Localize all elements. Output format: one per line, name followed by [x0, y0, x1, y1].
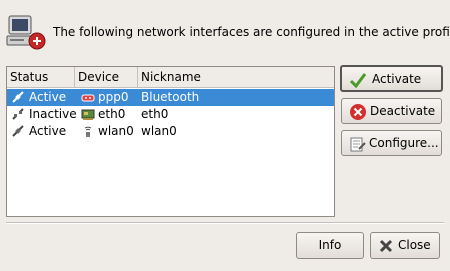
- row-nickname: wlan0: [141, 124, 177, 138]
- table-row[interactable]: Active wlan0 wlan0: [7, 123, 334, 140]
- row-device: wlan0: [98, 124, 134, 138]
- row-device: ppp0: [98, 90, 129, 104]
- info-label: Info: [318, 238, 342, 252]
- separator: [6, 222, 444, 224]
- row-status: Inactive: [29, 107, 77, 121]
- close-button[interactable]: Close: [370, 232, 440, 259]
- connected-plug-icon: [11, 124, 25, 138]
- deactivate-label: Deactivate: [370, 104, 436, 118]
- row-device: eth0: [98, 107, 126, 121]
- configure-button[interactable]: Configure...: [341, 130, 442, 156]
- interface-list[interactable]: Status Device Nickname Active ppp0 Bluet…: [6, 66, 335, 217]
- table-row[interactable]: Active ppp0 Bluetooth: [7, 89, 334, 106]
- row-nickname: eth0: [141, 107, 169, 121]
- column-header-status[interactable]: Status: [7, 67, 75, 87]
- row-nickname: Bluetooth: [141, 90, 200, 104]
- activate-label: Activate: [372, 72, 422, 86]
- column-header-nickname[interactable]: Nickname: [138, 67, 334, 87]
- activate-button[interactable]: Activate: [340, 65, 443, 92]
- configure-label: Configure...: [369, 136, 439, 150]
- header-message: The following network interfaces are con…: [53, 25, 450, 39]
- row-status: Active: [29, 124, 67, 138]
- stop-icon: [349, 103, 367, 121]
- row-status: Active: [29, 90, 67, 104]
- connected-plug-icon: [11, 90, 25, 104]
- list-header: Status Device Nickname: [7, 67, 334, 88]
- close-label: Close: [398, 238, 431, 252]
- column-header-device[interactable]: Device: [75, 67, 138, 87]
- ethernet-card-icon: [81, 107, 95, 121]
- disconnected-plug-icon: [11, 107, 25, 121]
- info-button[interactable]: Info: [296, 232, 364, 259]
- table-row[interactable]: Inactive eth0 eth0: [7, 106, 334, 123]
- checkmark-icon: [349, 71, 367, 89]
- properties-icon: [349, 135, 367, 153]
- close-icon: [377, 237, 395, 255]
- deactivate-button[interactable]: Deactivate: [341, 98, 442, 124]
- wireless-icon: [81, 124, 95, 138]
- network-computer-icon: [6, 12, 48, 54]
- modem-icon: [81, 90, 95, 104]
